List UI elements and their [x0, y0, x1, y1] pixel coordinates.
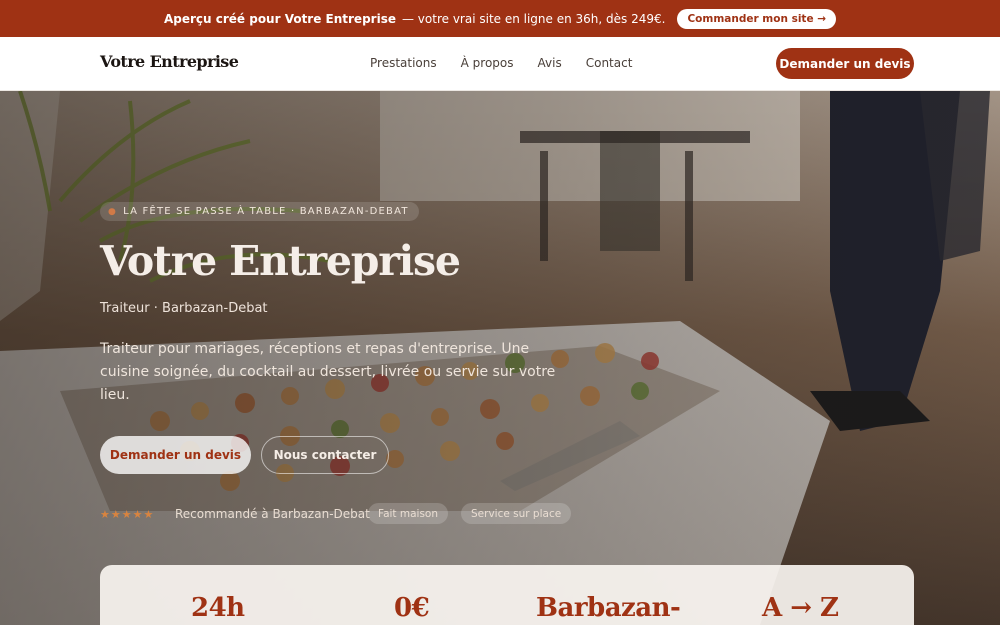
hero-title: Votre Entreprise: [100, 237, 461, 285]
hero-quote-button[interactable]: Demander un devis: [100, 436, 251, 474]
badge-service-sur-place: Service sur place: [461, 503, 572, 524]
site-header: Votre Entreprise Prestations À propos Av…: [0, 37, 1000, 91]
promo-text: — votre vrai site en ligne en 36h, dès 2…: [401, 11, 666, 26]
hero-section: ● LA FÊTE SE PASSE À TABLE · BARBAZAN-DE…: [0, 91, 1000, 625]
hero-description: Traiteur pour mariages, réceptions et re…: [100, 341, 556, 403]
kicker-text: LA FÊTE SE PASSE À TABLE · BARBAZAN-DEBA…: [123, 206, 409, 217]
recommendation-text: Recommandé à Barbazan-Debat: [175, 507, 370, 521]
promo-bar: Aperçu créé pour Votre Entreprise — votr…: [0, 0, 1000, 37]
hero-kicker: ● LA FÊTE SE PASSE À TABLE · BARBAZAN-DE…: [100, 202, 419, 221]
nav-link-avis[interactable]: Avis: [538, 56, 562, 70]
stat-value: 24h: [191, 593, 245, 623]
brand-logo[interactable]: Votre Entreprise: [100, 52, 239, 71]
stat-value: Barbazan-: [536, 593, 681, 623]
nav-link-prestations[interactable]: Prestations: [370, 56, 437, 70]
nav-link-a-propos[interactable]: À propos: [461, 56, 514, 70]
nav-link-contact[interactable]: Contact: [586, 56, 633, 70]
hero-contact-button[interactable]: Nous contacter: [261, 436, 389, 474]
hero-subtitle: Traiteur · Barbazan-Debat: [100, 301, 268, 316]
promo-prefix: Aperçu créé pour Votre Entreprise: [163, 11, 396, 26]
header-quote-button[interactable]: Demander un devis: [776, 48, 914, 79]
stat-value: 0€: [394, 593, 430, 623]
kicker-dot-icon: ●: [108, 206, 118, 217]
badge-fait-maison: Fait maison: [368, 503, 449, 524]
rating-stars-icon: ★★★★★: [100, 508, 155, 521]
stat-value: A → Z: [762, 593, 839, 623]
main-nav: Prestations À propos Avis Contact: [370, 56, 632, 70]
order-site-button[interactable]: Commander mon site →: [677, 8, 837, 29]
stats-card: 24h 0€ Barbazan- A → Z: [100, 565, 914, 625]
